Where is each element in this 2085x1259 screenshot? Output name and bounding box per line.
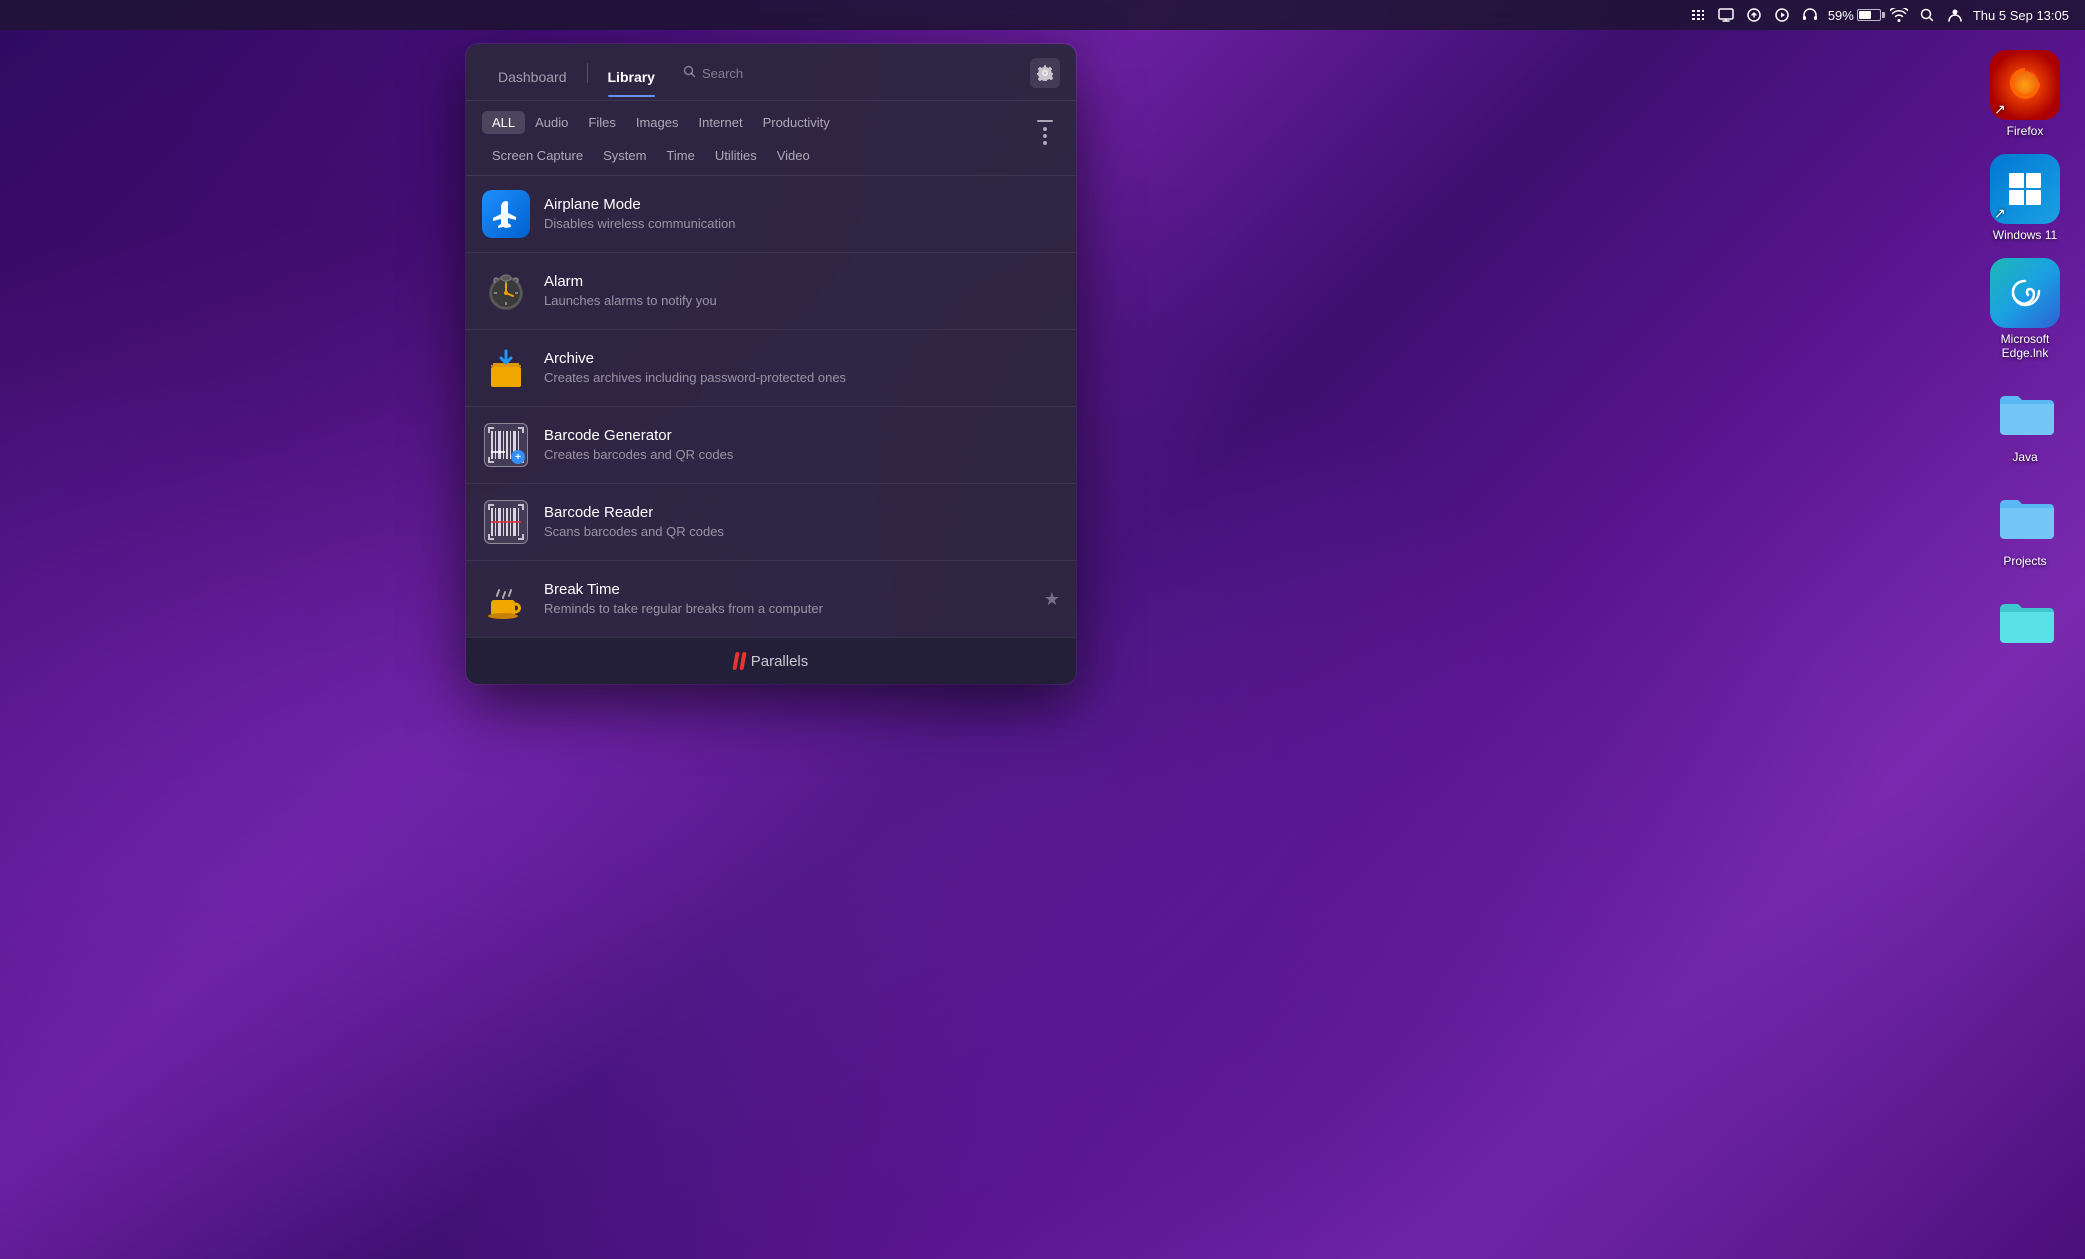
list-item-airplane-mode[interactable]: Airplane Mode Disables wireless communic… [466, 176, 1076, 253]
item-desc-barcode-reader: Scans barcodes and QR codes [544, 524, 1060, 541]
parallels-logo: Parallels [734, 652, 809, 670]
list-item-barcode-generator[interactable]: + Barcode Generator Creates barcodes and… [466, 407, 1076, 484]
parallels-bars-icon [734, 652, 745, 670]
window-header: Dashboard Library Search [466, 44, 1076, 101]
item-desc-airplane: Disables wireless communication [544, 216, 1060, 233]
tab-library[interactable]: Library [592, 61, 671, 97]
content-list: Airplane Mode Disables wireless communic… [466, 176, 1076, 637]
item-icon-break-time [482, 575, 530, 623]
dock-item-projects[interactable]: Projects [1990, 480, 2060, 568]
item-text-break-time: Break Time Reminds to take regular break… [544, 581, 1030, 618]
menubar-screen-icon[interactable] [1716, 5, 1736, 25]
menubar-tools-icon[interactable] [1688, 5, 1708, 25]
menubar-battery: 59% [1828, 8, 1881, 23]
dock-icon-firefox: ↗ [1990, 50, 2060, 120]
parallels-wordmark: Parallels [751, 653, 809, 670]
dock-item-java[interactable]: Java [1990, 376, 2060, 464]
menubar-profiles-icon[interactable] [1945, 5, 1965, 25]
list-item-alarm[interactable]: Alarm Launches alarms to notify you [466, 253, 1076, 330]
dock-item-windows11[interactable]: ↗ Windows 11 [1990, 154, 2060, 242]
search-icon [683, 65, 696, 81]
menubar-headphones-icon[interactable] [1800, 5, 1820, 25]
firefox-alias-arrow: ↗ [1994, 101, 2006, 118]
filter-tab-productivity[interactable]: Productivity [753, 111, 840, 134]
menubar-time: Thu 5 Sep 13:05 [1973, 8, 2069, 23]
item-text-barcode-generator: Barcode Generator Creates barcodes and Q… [544, 427, 1060, 464]
list-item-break-time[interactable]: Break Time Reminds to take regular break… [466, 561, 1076, 637]
filter-tab-video[interactable]: Video [767, 144, 820, 167]
filter-tab-time[interactable]: Time [656, 144, 704, 167]
filter-row-1: ALL Audio Files Images Internet Producti… [482, 111, 1024, 134]
gear-button[interactable] [1030, 58, 1060, 88]
filter-tab-internet[interactable]: Internet [688, 111, 752, 134]
list-item-barcode-reader[interactable]: Barcode Reader Scans barcodes and QR cod… [466, 484, 1076, 561]
item-icon-alarm [482, 267, 530, 315]
dock-label-projects: Projects [2003, 554, 2046, 568]
dock-icon-edge [1990, 258, 2060, 328]
window-footer: Parallels [466, 637, 1076, 684]
dock-label-java: Java [2012, 450, 2037, 464]
item-title-airplane: Airplane Mode [544, 196, 1060, 213]
dock-icon-windows11: ↗ [1990, 154, 2060, 224]
item-desc-archive: Creates archives including password-prot… [544, 370, 1060, 387]
item-star-break-time[interactable]: ★ [1044, 589, 1060, 610]
header-divider [587, 63, 588, 83]
item-title-alarm: Alarm [544, 273, 1060, 290]
dock-icon-folder-bottom [1990, 584, 2060, 654]
filter-menu-button[interactable] [1028, 109, 1062, 155]
dock-label-firefox: Firefox [2007, 124, 2044, 138]
menubar-wifi-icon[interactable] [1889, 5, 1909, 25]
filter-tab-screen-capture[interactable]: Screen Capture [482, 144, 593, 167]
item-icon-barcode-generator: + [482, 421, 530, 469]
filter-tab-images[interactable]: Images [626, 111, 689, 134]
item-desc-barcode-generator: Creates barcodes and QR codes [544, 447, 1060, 464]
barcode-add-dot: + [511, 450, 525, 464]
item-text-barcode-reader: Barcode Reader Scans barcodes and QR cod… [544, 504, 1060, 541]
filter-tab-audio[interactable]: Audio [525, 111, 578, 134]
battery-icon [1857, 9, 1881, 21]
dock-icon-projects [1990, 480, 2060, 550]
dock-item-folder-bottom[interactable] [1990, 584, 2060, 654]
parallels-window: Dashboard Library Search ALL Audio Files [466, 44, 1076, 684]
dock: ↗ Firefox ↗ Windows 11 Microsoft Edge.ln… [1985, 50, 2065, 654]
battery-percent: 59% [1828, 8, 1854, 23]
dock-icon-java [1990, 376, 2060, 446]
item-title-barcode-generator: Barcode Generator [544, 427, 1060, 444]
tab-dashboard[interactable]: Dashboard [482, 61, 583, 97]
filter-tab-utilities[interactable]: Utilities [705, 144, 767, 167]
item-title-archive: Archive [544, 350, 1060, 367]
list-item-archive[interactable]: Archive Creates archives including passw… [466, 330, 1076, 407]
filter-bar: ALL Audio Files Images Internet Producti… [466, 101, 1076, 176]
menubar-upload-icon[interactable] [1744, 5, 1764, 25]
item-desc-break-time: Reminds to take regular breaks from a co… [544, 601, 1030, 618]
menubar: 59% [0, 0, 2085, 30]
menubar-play-icon[interactable] [1772, 5, 1792, 25]
filter-tab-all[interactable]: ALL [482, 111, 525, 134]
menubar-search-icon[interactable] [1917, 5, 1937, 25]
item-text-alarm: Alarm Launches alarms to notify you [544, 273, 1060, 310]
windows11-alias-arrow: ↗ [1994, 205, 2006, 222]
filter-row-2: Screen Capture System Time Utilities Vid… [482, 144, 1024, 167]
item-icon-barcode-reader [482, 498, 530, 546]
dock-item-edge[interactable]: Microsoft Edge.lnk [1985, 258, 2065, 360]
item-icon-archive [482, 344, 530, 392]
item-text-archive: Archive Creates archives including passw… [544, 350, 1060, 387]
search-placeholder: Search [702, 66, 743, 81]
dock-label-windows11: Windows 11 [1993, 228, 2057, 242]
filter-tab-system[interactable]: System [593, 144, 656, 167]
dock-item-firefox[interactable]: ↗ Firefox [1990, 50, 2060, 138]
item-title-break-time: Break Time [544, 581, 1030, 598]
item-title-barcode-reader: Barcode Reader [544, 504, 1060, 521]
item-text-airplane: Airplane Mode Disables wireless communic… [544, 196, 1060, 233]
search-area: Search [671, 65, 1030, 93]
item-icon-airplane [482, 190, 530, 238]
filter-tab-files[interactable]: Files [578, 111, 625, 134]
dock-label-edge: Microsoft Edge.lnk [1985, 332, 2065, 360]
item-desc-alarm: Launches alarms to notify you [544, 293, 1060, 310]
